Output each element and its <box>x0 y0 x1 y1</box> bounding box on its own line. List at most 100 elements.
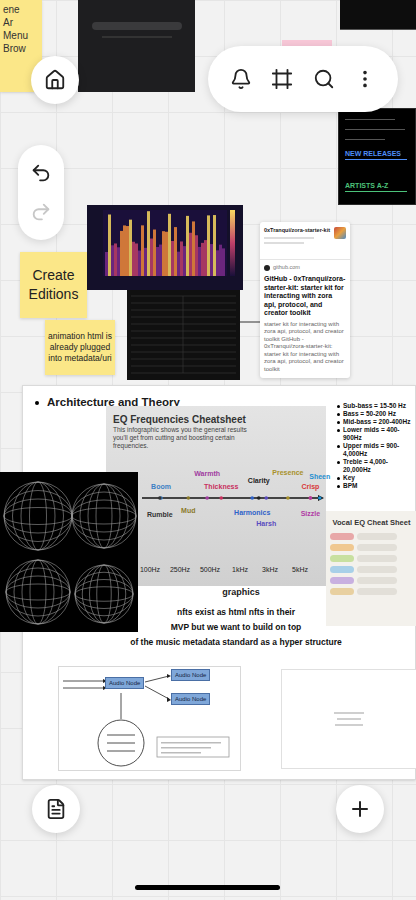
undo-button[interactable] <box>30 162 52 184</box>
eq-band-label: Clarity <box>248 477 270 484</box>
redo-icon <box>30 201 52 223</box>
more-icon <box>354 68 376 90</box>
dark-screenshot[interactable] <box>340 0 416 30</box>
spectrogram-image[interactable] <box>87 205 243 290</box>
music-menu-item[interactable]: ARTISTS A-Z <box>345 182 409 192</box>
eq-band-label: Thickness <box>204 482 238 489</box>
wireframe-spheres-icon <box>0 472 138 632</box>
notes-button[interactable] <box>32 785 80 833</box>
notifications-button[interactable] <box>223 61 259 97</box>
music-menu: NEW RELEASES ARTISTS A-Z <box>345 150 409 192</box>
text-card[interactable] <box>281 669 416 769</box>
bell-icon <box>230 68 252 90</box>
eq-band-label: Sheen <box>309 473 330 480</box>
browser-screenshot[interactable] <box>78 0 195 92</box>
table-screenshot[interactable] <box>127 290 240 380</box>
eq-band-label: Sizzle <box>301 510 320 517</box>
frequency-item: Treble = 4,000-20,000Hz <box>337 458 413 474</box>
audio-node[interactable]: Audio Node <box>171 693 210 705</box>
link-site: github.com <box>260 260 350 271</box>
line <box>264 237 314 239</box>
plus-icon <box>348 797 372 821</box>
audio-diagram[interactable]: Audio Node Audio Node Audio Node <box>58 666 241 771</box>
eq-chart: EQ Frequencies CheatsheetThis infographi… <box>106 406 326 586</box>
search-bar <box>92 22 182 30</box>
add-button[interactable] <box>336 785 384 833</box>
music-app-screenshot[interactable]: NEW RELEASES ARTISTS A-Z <box>338 108 416 205</box>
top-toolbar <box>208 46 398 112</box>
vocal-title: Vocal EQ Cheat Sheet <box>333 519 411 527</box>
redo-button[interactable] <box>30 201 52 223</box>
bullet-icon <box>35 401 39 405</box>
chart-subtitle: This infographic shows you the general r… <box>113 426 263 450</box>
home-button[interactable] <box>31 56 79 104</box>
frequency-item: Bass = 50-200 Hz <box>337 410 413 418</box>
eq-band-label: Rumble <box>147 511 173 518</box>
undo-icon <box>30 162 52 184</box>
table-grid-icon <box>127 290 240 380</box>
eq-band-label: Presence <box>272 468 303 475</box>
line <box>334 712 364 714</box>
search-icon <box>313 68 335 90</box>
sticky-note-text: Create Editions <box>22 266 85 304</box>
chart-tick: 250Hz <box>170 566 190 573</box>
link-card[interactable]: 0xTranqui/zora-starter-kit github.comGitH… <box>260 222 350 378</box>
frequency-item: Sub-bass = 15-50 Hz <box>337 402 413 410</box>
eq-band-label: Mud <box>181 507 195 514</box>
frame-icon <box>271 68 293 90</box>
line <box>345 129 405 130</box>
frequency-item: Upper mids = 900-4,000Hz <box>337 442 413 458</box>
eq-band-label: Harmonics <box>234 508 270 515</box>
search-button[interactable] <box>306 61 342 97</box>
avatar <box>334 227 346 239</box>
frequency-item: Mid-bass = 200-400Hz <box>337 418 413 426</box>
sticky-note-text: animation html is already plugged into m… <box>47 331 113 364</box>
notes-icon <box>45 798 67 820</box>
more-button[interactable] <box>347 61 383 97</box>
eq-band-label: Warmth <box>194 470 220 477</box>
chart-tick: 1kHz <box>232 566 248 573</box>
note-text: nfts exist as html nfts in theirMVP but … <box>126 605 346 650</box>
eq-band-label: Boom <box>151 482 171 489</box>
caption: graphics <box>201 588 281 597</box>
home-icon <box>44 69 66 91</box>
frequency-item: BPM <box>337 482 413 490</box>
github-icon <box>264 265 270 271</box>
home-indicator <box>135 885 280 890</box>
audio-node[interactable]: Audio Node <box>171 669 210 681</box>
chart-tick: 500Hz <box>200 566 220 573</box>
sticky-note-line: Brow <box>3 42 39 55</box>
line <box>335 724 363 726</box>
audio-node[interactable]: Audio Node <box>105 677 144 689</box>
sticky-note-line: Ar <box>3 16 39 29</box>
chart-tick: 5kHz <box>292 566 308 573</box>
line <box>337 718 361 720</box>
sticky-note[interactable]: animation html is already plugged into m… <box>45 320 115 375</box>
diagram-arrows-icon <box>59 667 242 772</box>
connector-line <box>240 318 260 326</box>
repo-name: 0xTranqui/zora-starter-kit <box>264 227 331 234</box>
vocal-eq-image[interactable]: Vocal EQ Cheat Sheet <box>326 511 416 626</box>
frequency-list: Sub-bass = 15-50 HzBass = 50-200 HzMid-b… <box>337 402 413 490</box>
sticky-note[interactable]: Create Editions <box>20 252 87 318</box>
line <box>102 36 172 38</box>
whiteboard-canvas[interactable]: eneArMenuBrowNEW RELEASESARTISTS A-Z0xTr… <box>0 0 416 900</box>
sticky-note-line: ene <box>3 3 39 16</box>
spectrogram-icon <box>87 205 243 290</box>
line <box>264 242 304 244</box>
frequency-item: Lower mids = 400-900Hz <box>337 426 413 442</box>
music-menu-item[interactable]: NEW RELEASES <box>345 150 409 160</box>
vocal-bands <box>330 533 413 595</box>
eq-band-label: Crisp <box>301 482 319 489</box>
chart-axis <box>106 406 326 586</box>
chart-tick: 100Hz <box>140 566 160 573</box>
link-title: GitHub - 0xTranqui/zora-starter-kit: sta… <box>260 271 350 318</box>
eq-band-label: Harsh <box>256 519 276 526</box>
frequency-item: Key <box>337 474 413 482</box>
frame-button[interactable] <box>264 61 300 97</box>
line <box>345 139 385 140</box>
undo-redo-bar <box>18 145 64 240</box>
link-description: starter kit for interacting with zora ap… <box>260 318 350 379</box>
line <box>345 119 395 120</box>
link-preview: 0xTranqui/zora-starter-kit <box>260 222 350 260</box>
